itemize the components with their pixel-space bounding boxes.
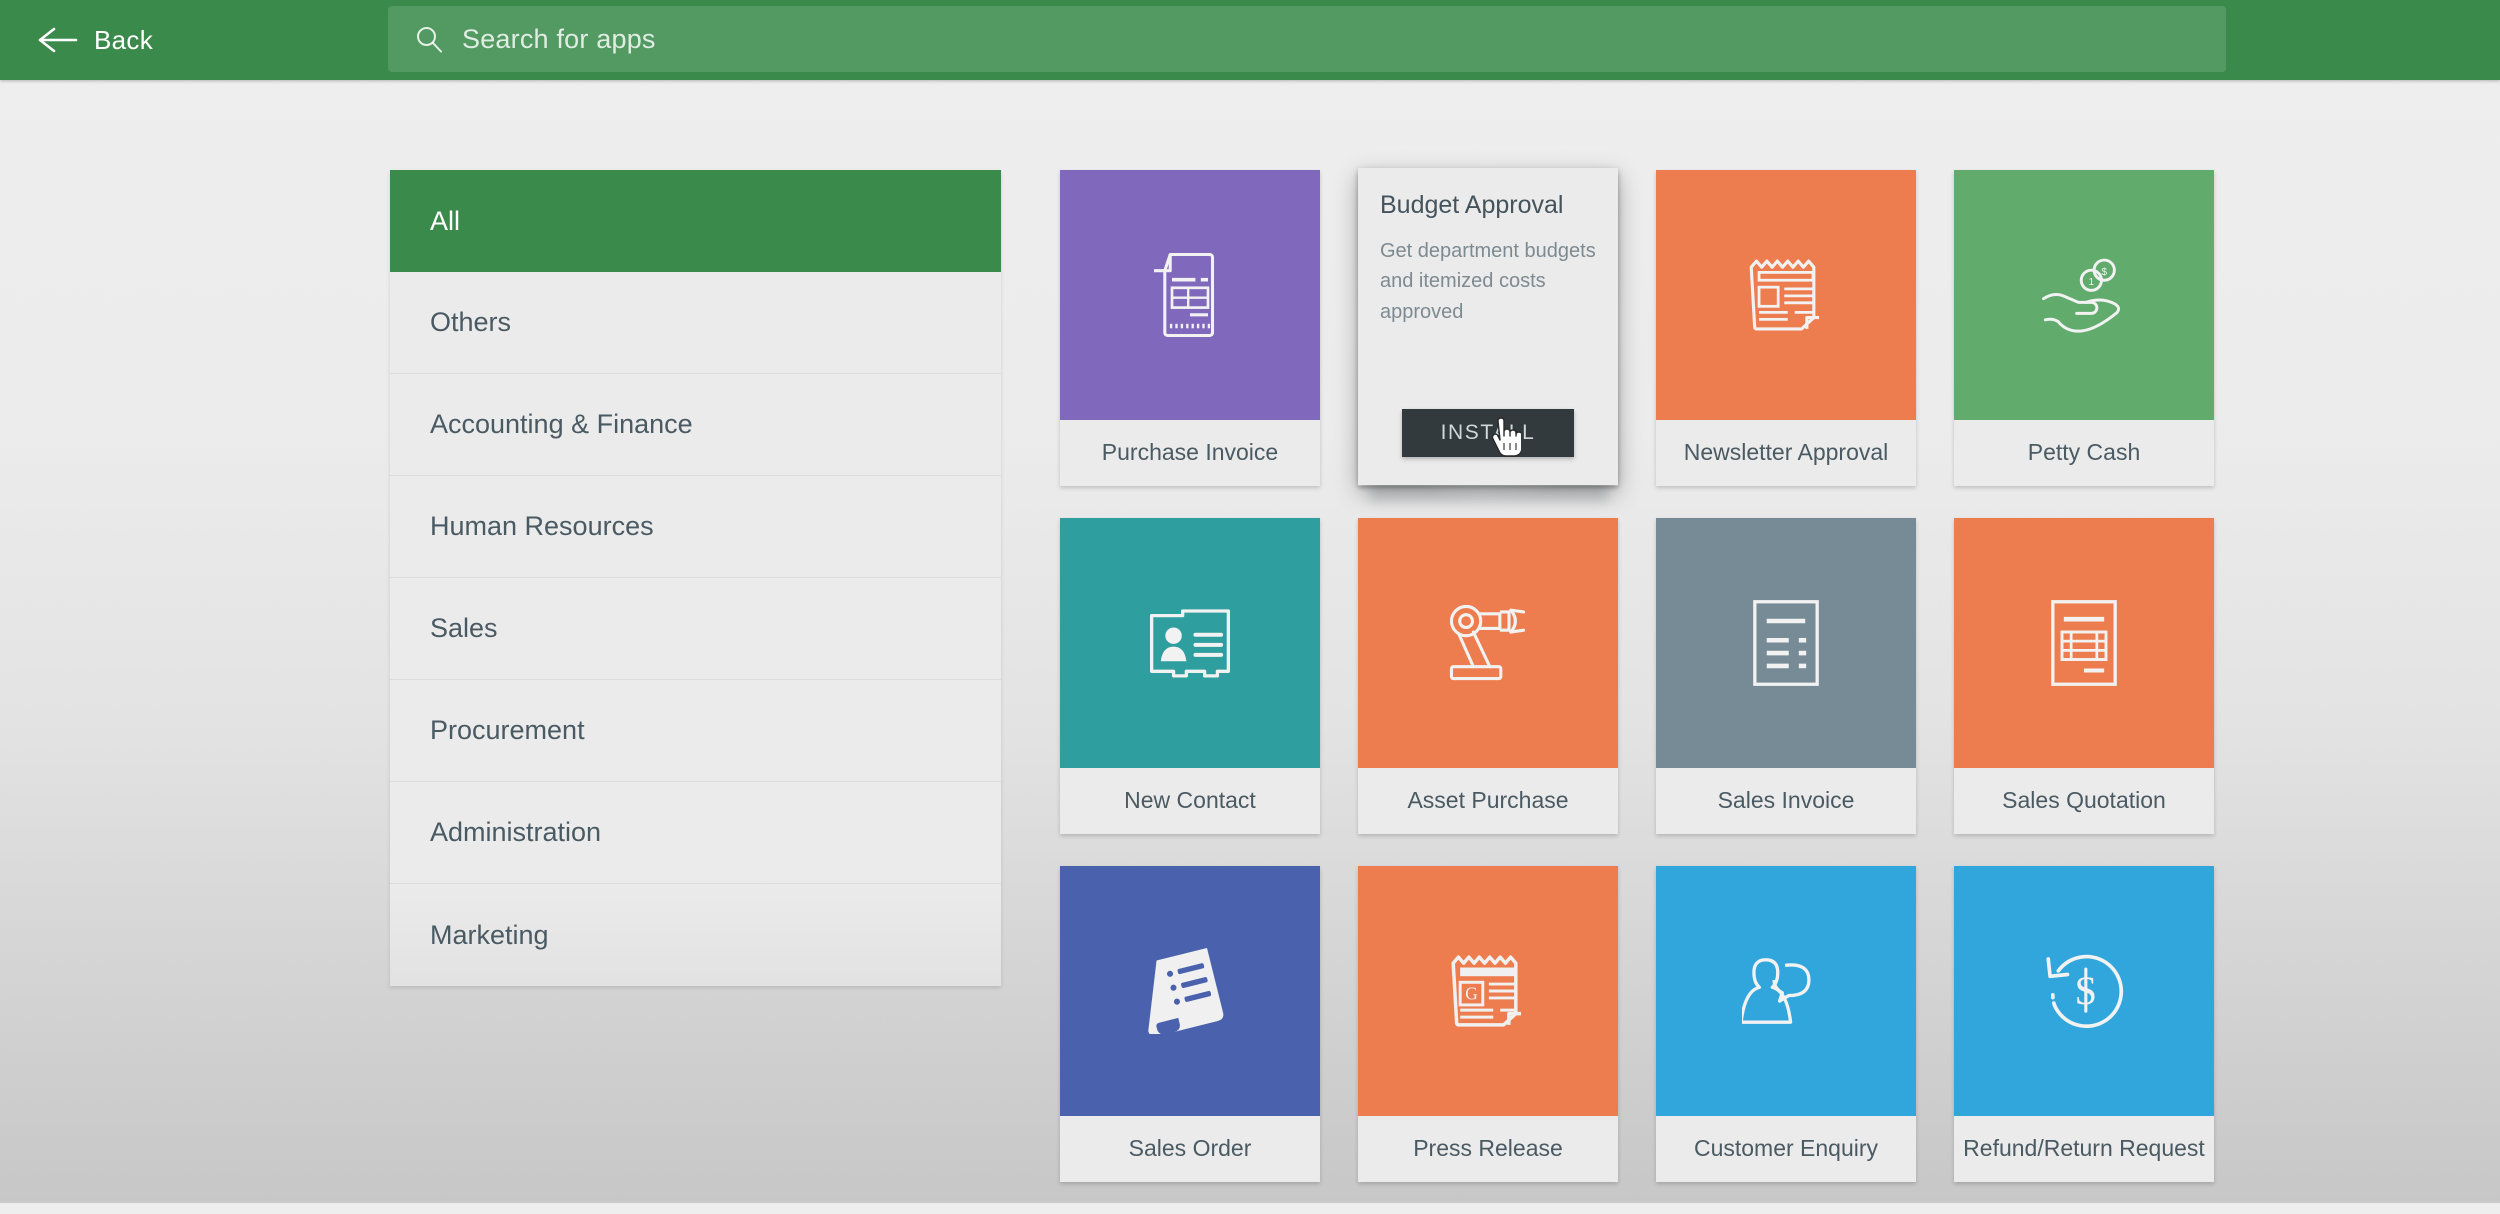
- back-button[interactable]: Back: [24, 0, 167, 80]
- app-tile-label: Press Release: [1413, 1135, 1563, 1162]
- app-tile-label: Customer Enquiry: [1693, 1135, 1879, 1162]
- sidebar-item-label: Human Resources: [430, 511, 654, 541]
- svg-text:$: $: [2101, 267, 2107, 278]
- app-tile-label: Refund/Return Request: [1963, 1135, 2205, 1162]
- document-lines-icon: [1656, 518, 1916, 768]
- sidebar-item-all[interactable]: All: [390, 170, 1001, 272]
- svg-text:G: G: [1465, 985, 1478, 1004]
- sidebar-item-label: Sales: [430, 613, 498, 643]
- app-tile-asset-purchase[interactable]: Asset Purchase: [1358, 518, 1618, 834]
- app-tile-sales-order[interactable]: Sales Order: [1060, 866, 1320, 1182]
- refund-dollar-icon: S: [1954, 866, 2214, 1116]
- install-button[interactable]: INSTALL: [1402, 409, 1574, 457]
- sidebar-item-marketing[interactable]: Marketing: [390, 884, 1001, 986]
- sidebar-item-administration[interactable]: Administration: [390, 782, 1001, 884]
- app-tile-sales-invoice[interactable]: Sales Invoice: [1656, 518, 1916, 834]
- newspaper-icon: [1656, 170, 1916, 420]
- app-tile-label: Sales Order: [1128, 1135, 1252, 1162]
- app-tile-new-contact[interactable]: New Contact: [1060, 518, 1320, 834]
- category-sidebar: All Others Accounting & Finance Human Re…: [390, 170, 1001, 986]
- robot-arm-icon: [1358, 518, 1618, 768]
- app-tile-label: Asset Purchase: [1407, 787, 1569, 814]
- app-tile-newsletter-approval[interactable]: Newsletter Approval: [1656, 170, 1916, 486]
- hover-card-title: Budget Approval: [1380, 191, 1564, 219]
- app-tile-label: Newsletter Approval: [1683, 439, 1889, 466]
- sidebar-item-label: Administration: [430, 817, 602, 847]
- invoice-document-icon: [1060, 170, 1320, 420]
- search-placeholder: Search for apps: [462, 23, 656, 54]
- app-tile-refund-return-request[interactable]: S Refund/Return Request: [1954, 866, 2214, 1182]
- app-tile-customer-enquiry[interactable]: Customer Enquiry: [1656, 866, 1916, 1182]
- app-tile-label: Petty Cash: [2027, 439, 2141, 466]
- app-tile-petty-cash[interactable]: $ 1 Petty Cash: [1954, 170, 2214, 486]
- app-hover-card-budget-approval[interactable]: Budget Approval Get department budgets a…: [1358, 168, 1618, 485]
- contact-card-icon: [1060, 518, 1320, 768]
- sidebar-item-others[interactable]: Others: [390, 272, 1001, 374]
- sidebar-item-human-resources[interactable]: Human Resources: [390, 476, 1001, 578]
- back-label: Back: [94, 24, 154, 55]
- sidebar-item-accounting-finance[interactable]: Accounting & Finance: [390, 374, 1001, 476]
- svg-text:1: 1: [2089, 277, 2095, 288]
- app-tile-purchase-invoice[interactable]: Purchase Invoice: [1060, 170, 1320, 486]
- sidebar-item-label: Marketing: [430, 919, 549, 950]
- app-tile-label: Sales Invoice: [1717, 787, 1855, 814]
- search-icon: [414, 24, 444, 54]
- hand-coins-icon: $ 1: [1954, 170, 2214, 420]
- sidebar-item-label: Procurement: [430, 715, 585, 745]
- arrow-left-icon: [38, 25, 78, 55]
- sidebar-item-label: Accounting & Finance: [430, 409, 693, 439]
- sidebar-item-procurement[interactable]: Procurement: [390, 680, 1001, 782]
- app-tile-sales-quotation[interactable]: Sales Quotation: [1954, 518, 2214, 834]
- person-speech-icon: [1656, 866, 1916, 1116]
- app-tile-press-release[interactable]: G Press Release: [1358, 866, 1618, 1182]
- sidebar-item-label: Others: [430, 307, 512, 337]
- hover-card-description: Get department budgets and itemized cost…: [1380, 240, 1596, 323]
- app-tile-label: Sales Quotation: [2002, 787, 2166, 814]
- quotation-table-icon: [1954, 518, 2214, 768]
- tilted-list-icon: [1060, 866, 1320, 1116]
- app-tile-label: New Contact: [1124, 787, 1256, 814]
- search-input[interactable]: Search for apps: [388, 6, 2226, 72]
- sidebar-item-sales[interactable]: Sales: [390, 578, 1001, 680]
- app-tile-label: Purchase Invoice: [1101, 439, 1279, 466]
- press-newspaper-icon: G: [1358, 866, 1618, 1116]
- top-bar: Back Search for apps: [0, 0, 2500, 80]
- app-grid: Purchase Invoice Budget Approval: [1060, 170, 2360, 1214]
- sidebar-item-label: All: [430, 205, 461, 236]
